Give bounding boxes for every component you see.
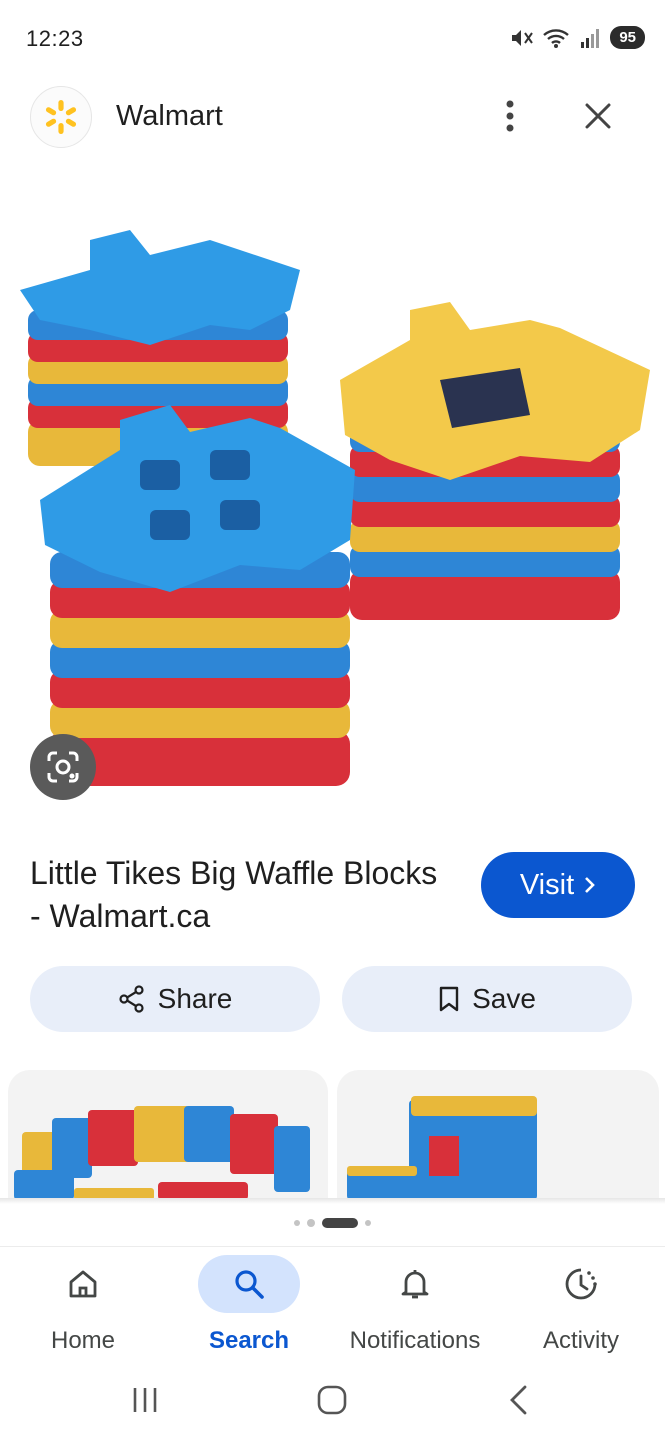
page-dot xyxy=(307,1219,315,1227)
site-avatar[interactable] xyxy=(30,86,92,148)
nav-activity-label: Activity xyxy=(542,1327,619,1354)
walmart-spark-icon xyxy=(45,100,77,134)
back-icon xyxy=(510,1385,527,1415)
recents-button[interactable] xyxy=(115,1380,175,1420)
nav-notifications-label: Notifications xyxy=(349,1327,481,1354)
share-label: Share xyxy=(157,983,233,1014)
system-home-button[interactable] xyxy=(302,1380,362,1420)
product-image[interactable] xyxy=(0,200,665,820)
related-result-card[interactable] xyxy=(337,1070,659,1200)
related-result-card[interactable] xyxy=(8,1070,328,1200)
page-indicator xyxy=(0,1218,665,1228)
wifi-icon xyxy=(542,27,572,49)
page-dot xyxy=(294,1220,300,1226)
back-right-stack xyxy=(340,302,650,620)
share-button[interactable]: Share xyxy=(30,966,320,1032)
more-vert-icon xyxy=(506,100,514,132)
search-icon xyxy=(235,1270,264,1299)
system-back-button[interactable] xyxy=(488,1380,548,1420)
home-button-icon xyxy=(317,1385,347,1415)
close-icon xyxy=(585,103,611,129)
more-options-button[interactable] xyxy=(490,96,530,136)
bell-icon xyxy=(401,1270,429,1299)
status-time: 12:23 xyxy=(26,26,84,51)
status-bar: 12:23 95 xyxy=(0,0,665,80)
related-thumbnail xyxy=(347,1096,537,1200)
visit-label: Visit xyxy=(519,868,575,901)
nav-home-label: Home xyxy=(50,1327,116,1354)
nav-search[interactable]: Search xyxy=(166,1247,332,1367)
nav-home[interactable]: Home xyxy=(0,1247,166,1367)
product-title[interactable]: Little Tikes Big Waffle Blocks - Walmart… xyxy=(30,852,450,938)
related-results xyxy=(0,1070,665,1200)
system-nav xyxy=(0,1366,665,1440)
nav-notifications[interactable]: Notifications xyxy=(332,1247,498,1367)
waffle-blocks-illustration xyxy=(20,230,650,786)
bottom-nav: Home Search Notifications Activity xyxy=(0,1246,665,1366)
save-button[interactable]: Save xyxy=(342,966,632,1032)
page-dot xyxy=(365,1220,371,1226)
lens-icon xyxy=(47,751,79,783)
related-thumbnail xyxy=(14,1106,310,1200)
divider xyxy=(0,1198,665,1204)
signal-icon xyxy=(580,27,602,49)
close-button[interactable] xyxy=(578,96,618,136)
save-label: Save xyxy=(472,983,536,1014)
home-icon xyxy=(69,1270,97,1298)
nav-search-label: Search xyxy=(208,1327,290,1354)
status-icons: 95 xyxy=(510,26,645,49)
result-header: Walmart xyxy=(0,84,665,150)
share-icon xyxy=(119,985,144,1013)
activity-icon xyxy=(565,1268,597,1300)
battery-icon: 95 xyxy=(610,26,645,49)
bookmark-icon xyxy=(439,986,459,1012)
site-name[interactable]: Walmart xyxy=(116,100,223,133)
recents-icon xyxy=(133,1388,157,1412)
visit-button[interactable]: Visit xyxy=(481,852,635,918)
chevron-right-icon xyxy=(585,877,595,893)
mute-icon xyxy=(510,27,534,49)
nav-activity[interactable]: Activity xyxy=(498,1247,664,1367)
google-lens-button[interactable] xyxy=(30,734,96,800)
page-dot-active xyxy=(322,1218,358,1228)
